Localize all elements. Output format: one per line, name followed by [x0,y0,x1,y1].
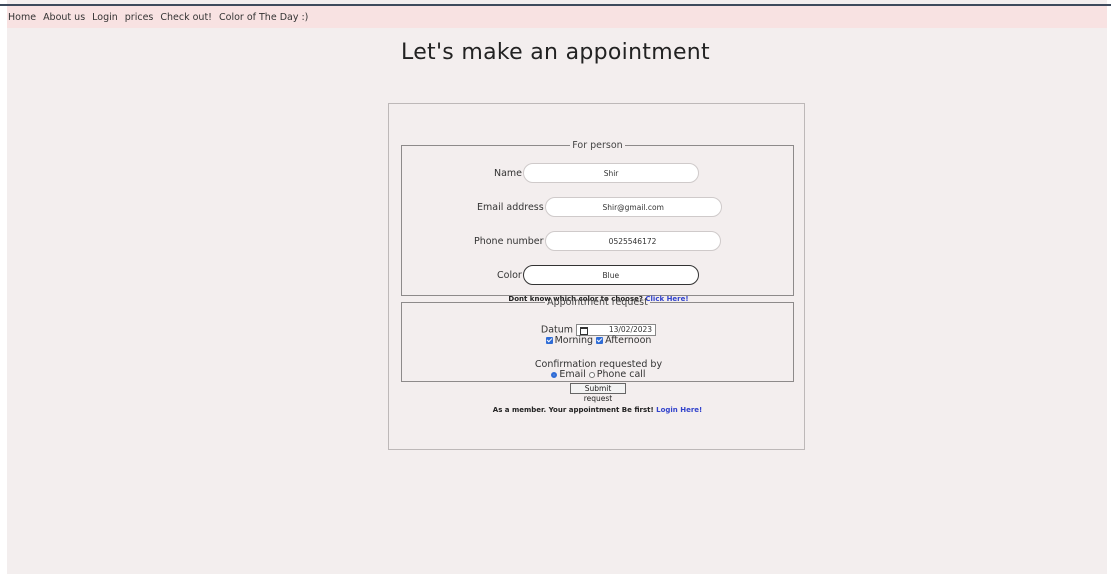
email-input[interactable] [544,197,722,217]
member-text: As a member. Your appointment Be first! [492,406,654,414]
nav-about-link[interactable]: About us [43,12,85,23]
appointment-fieldset: Appointment request Datum 13/02/2023 Mor… [401,297,794,382]
phone-label: Phone number [474,235,544,247]
nav-checkout-link[interactable]: Check out! [160,12,212,23]
appointment-legend: Appointment request [547,297,648,308]
phone-row: Phone number [474,231,721,251]
email-label: Email address [477,201,544,213]
top-nav: Home About us Login prices Check out! Co… [7,6,1107,28]
color-label: Color [497,269,522,281]
phone-radio[interactable] [588,371,595,378]
nav-home-link[interactable]: Home [8,12,36,23]
calendar-icon[interactable] [580,326,589,335]
morning-checkbox[interactable] [545,337,553,344]
date-label: Datum [540,324,574,336]
name-input[interactable] [523,163,700,183]
email-option-label: Email [559,369,586,380]
confirm-options-row: Email Phone call [402,369,795,380]
person-legend: For person [572,140,623,151]
phone-input[interactable] [544,231,721,251]
submit-request-button[interactable]: Submit request [570,383,626,403]
appointment-form-card: For person Name Email address Phone numb… [388,103,805,450]
nav-color-of-day-link[interactable]: Color of The Day :) [219,12,308,23]
nav-login-link[interactable]: Login [92,12,118,23]
email-row: Email address [477,197,722,217]
color-input[interactable] [522,265,699,285]
window-right-edge [1107,0,1111,574]
afternoon-checkbox[interactable] [596,337,604,344]
phone-option-label: Phone call [596,369,646,380]
name-row: Name [494,163,700,183]
afternoon-label: Afternoon [605,335,652,346]
person-fieldset: For person Name Email address Phone numb… [401,140,794,303]
date-value: 13/02/2023 [608,325,653,334]
window-left-edge [0,0,7,574]
name-label: Name [494,167,523,179]
nav-prices-link[interactable]: prices [125,12,154,23]
morning-label: Morning [554,335,594,346]
member-note: As a member. Your appointment Be first! … [389,406,806,414]
email-radio[interactable] [551,371,558,378]
color-row: Color [497,265,699,285]
login-here-link[interactable]: Login Here! [656,406,702,414]
time-options-row: Morning Afternoon [402,335,795,346]
page-title: Let's make an appointment [401,40,710,65]
